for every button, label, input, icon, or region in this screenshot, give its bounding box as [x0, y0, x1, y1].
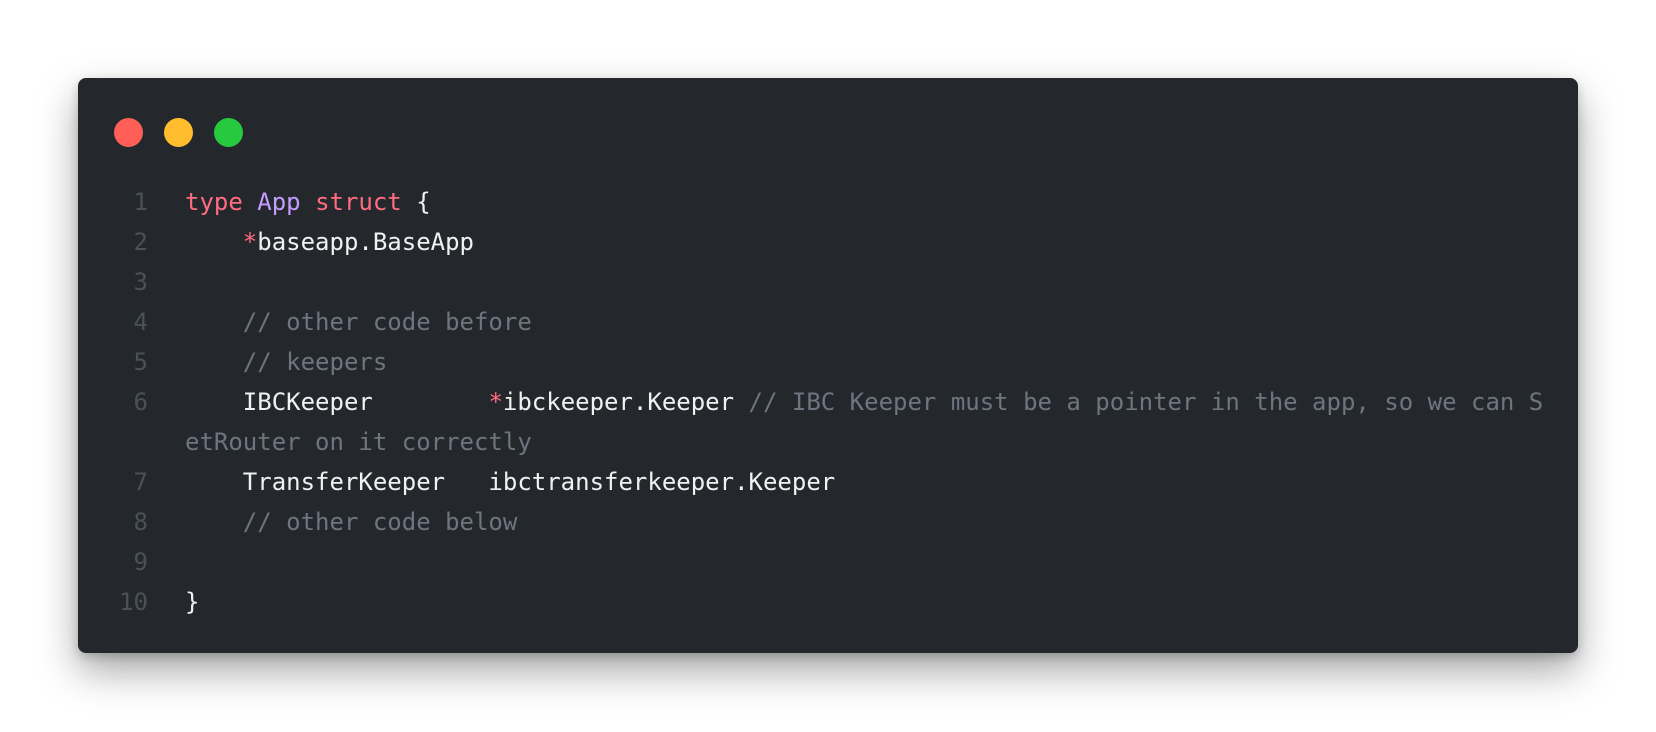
- minimize-button[interactable]: [164, 118, 193, 147]
- code-line: 9: [78, 542, 1578, 582]
- code-line: 2 *baseapp.BaseApp: [78, 222, 1578, 262]
- code-window: 1 type App struct {2 *baseapp.BaseApp 3 4 /…: [78, 78, 1578, 653]
- line-number: 10: [119, 588, 148, 616]
- close-button[interactable]: [114, 118, 143, 147]
- code-line: 5 // keepers: [78, 342, 1578, 382]
- code-line: 7 TransferKeeper ibctransferkeeper.Keepe…: [78, 462, 1578, 502]
- line-number: 4: [133, 308, 148, 336]
- code-token: // other code before: [242, 308, 532, 336]
- line-content: TransferKeeper ibctransferkeeper.Keeper: [185, 462, 1545, 502]
- code-token: ibckeeper.Keeper: [502, 388, 735, 416]
- line-number: 5: [133, 348, 148, 376]
- line-content: // keepers: [185, 342, 1545, 382]
- code-token: // other code below: [242, 508, 518, 536]
- line-content: // other code below: [185, 502, 1545, 542]
- line-number: 7: [133, 468, 148, 496]
- code-token: IBCKeeper: [185, 388, 489, 416]
- code-token: *: [488, 388, 503, 416]
- code-line: 6 IBCKeeper *ibckeeper.Keeper // IBC Kee…: [78, 382, 1578, 462]
- line-content: *baseapp.BaseApp: [185, 222, 1545, 262]
- line-content: }: [185, 582, 1545, 622]
- code-line: 8 // other code below: [78, 502, 1578, 542]
- code-line: 10}: [78, 582, 1578, 622]
- code-token: {: [401, 188, 431, 216]
- code-token: App: [257, 188, 301, 216]
- line-number: 2: [133, 228, 148, 256]
- line-number: 1: [133, 188, 148, 216]
- zoom-button[interactable]: [214, 118, 243, 147]
- code-line: 4 // other code before: [78, 302, 1578, 342]
- code-token: *: [242, 228, 258, 256]
- line-content: // other code before: [185, 302, 1545, 342]
- code-line: 1 type App struct {: [78, 182, 1578, 222]
- code-line: 3: [78, 262, 1578, 302]
- code-token: }: [185, 588, 200, 616]
- code-token: TransferKeeper ibctransferkeeper.Keeper: [185, 468, 836, 496]
- window-controls: [114, 118, 243, 147]
- line-number: 3: [133, 268, 148, 296]
- code-token: type: [185, 188, 243, 216]
- line-content: IBCKeeper *ibckeeper.Keeper // IBC Keepe…: [185, 382, 1545, 462]
- line-number: 6: [133, 388, 148, 416]
- code-token: struct: [315, 188, 402, 216]
- code-token: // keepers: [242, 348, 388, 376]
- code-block: 1 type App struct {2 *baseapp.BaseApp 3 4 /…: [78, 182, 1578, 622]
- line-content: type App struct {: [185, 182, 1545, 222]
- line-number: 8: [133, 508, 148, 536]
- code-token: baseapp.BaseApp: [257, 228, 474, 256]
- line-number: 9: [133, 548, 148, 576]
